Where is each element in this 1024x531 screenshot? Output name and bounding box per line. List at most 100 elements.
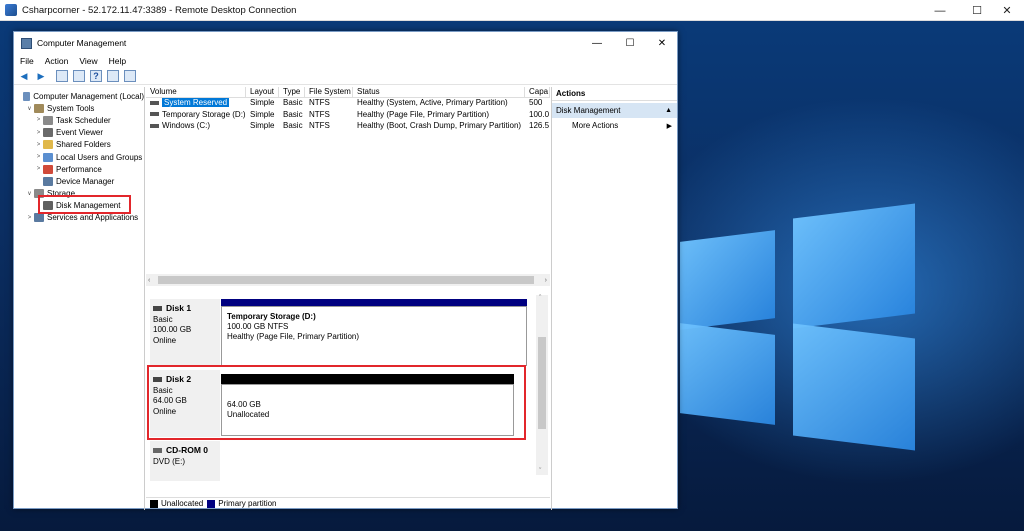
actions-section-disk-management[interactable]: Disk Management ▲	[552, 103, 677, 118]
computer-management-icon	[21, 37, 32, 49]
column-header-file-system[interactable]: File System	[305, 87, 353, 97]
mmc-maximize-button[interactable]: ☐	[614, 32, 646, 54]
volume-cell: System Reserved	[146, 98, 246, 110]
volume-cell: NTFS	[309, 98, 330, 107]
volume-cell: Simple	[250, 109, 275, 119]
tree-item[interactable]: > Local Users and Groups	[14, 151, 144, 163]
disk1-partition[interactable]: Temporary Storage (D:) 100.00 GB NTFS He…	[221, 306, 527, 366]
tree-item[interactable]: > Shared Folders	[14, 139, 144, 151]
rdp-maximize-button[interactable]: ☐	[960, 0, 994, 21]
expand-arrow-icon[interactable]: >	[34, 166, 43, 172]
horizontal-scroll-thumb[interactable]	[158, 276, 534, 284]
volume-icon	[150, 123, 159, 128]
mmc-close-button[interactable]: ✕	[646, 32, 678, 54]
disk1-partition-bar	[221, 299, 527, 306]
submenu-arrow-icon: ▶	[666, 122, 672, 130]
column-header-type[interactable]: Type	[279, 87, 305, 97]
remote-desktop-icon	[5, 4, 17, 16]
rdp-close-button[interactable]: ✕	[990, 0, 1024, 21]
more-actions[interactable]: More Actions ▶	[552, 118, 677, 133]
windows-logo-pane	[680, 230, 775, 330]
disk1-label[interactable]: Disk 1 Basic 100.00 GB Online	[150, 299, 220, 366]
action-pane-icon[interactable]	[124, 70, 136, 82]
expand-arrow-icon[interactable]: >	[25, 215, 34, 221]
volume-cell: NTFS	[309, 121, 330, 130]
volume-cell: 126.5	[529, 121, 550, 130]
expand-arrow-icon[interactable]: ∨	[25, 190, 34, 197]
windows-logo-pane	[680, 323, 775, 425]
volume-name: Temporary Storage (D:)	[162, 109, 246, 119]
volume-cell: NTFS	[309, 109, 330, 119]
menu-action[interactable]: Action	[45, 56, 69, 66]
properties-icon[interactable]	[107, 70, 119, 82]
column-header-layout[interactable]: Layout	[246, 87, 279, 97]
cdrom-name: CD-ROM 0	[166, 445, 209, 455]
tree-item-label: Task Scheduler	[56, 115, 111, 125]
up-folder-icon[interactable]	[56, 70, 68, 82]
tree-item[interactable]: > Event Viewer	[14, 127, 144, 139]
volume-cell: Basic	[283, 121, 303, 130]
volume-row[interactable]: System Reserved Simple Basic NTFS Healthy (S…	[146, 98, 550, 110]
event-viewer-icon	[43, 128, 53, 138]
column-header-volume[interactable]: Volume	[146, 87, 246, 97]
volume-cell: 500	[529, 98, 543, 107]
column-header-capacity[interactable]: Capa	[525, 87, 550, 97]
rdp-title: Csharpcorner - 52.172.11.47:3389 - Remot…	[22, 4, 297, 16]
disk1-status: Online	[153, 335, 177, 345]
expand-arrow-icon[interactable]: >	[34, 142, 43, 148]
disk-icon	[153, 306, 162, 312]
scroll-down-icon[interactable]: ˇ	[539, 468, 541, 475]
tree-item-label: System Tools	[47, 103, 95, 113]
expand-arrow-icon[interactable]: >	[34, 130, 43, 136]
menu-view[interactable]: View	[79, 56, 97, 66]
vertical-scroll-thumb[interactable]	[538, 337, 546, 429]
volume-list: System Reserved Simple Basic NTFS Healthy (S…	[146, 98, 550, 133]
collapse-arrow-icon[interactable]: ▲	[665, 107, 672, 114]
rdp-title-bar: Csharpcorner - 52.172.11.47:3389 - Remot…	[0, 0, 1024, 21]
tree-item-label: Local Users and Groups	[56, 152, 143, 162]
legend-unallocated-label: Unallocated	[161, 499, 204, 508]
scroll-up-icon[interactable]: ˆ	[539, 295, 541, 302]
scroll-left-icon[interactable]: ‹	[148, 277, 150, 284]
cdrom-type: DVD (E:)	[153, 456, 185, 466]
mmc-minimize-button[interactable]: —	[581, 32, 613, 54]
actions-title: Actions	[552, 87, 677, 101]
toolbar: ◀ ▶ ?	[14, 68, 677, 85]
computer-management-icon	[22, 91, 31, 101]
scroll-right-icon[interactable]: ›	[545, 277, 547, 284]
tree-item[interactable]: > Task Scheduler	[14, 114, 144, 126]
help-icon[interactable]: ?	[90, 70, 102, 82]
disk-view-vertical-scrollbar[interactable]: ˆ ˇ	[536, 295, 548, 475]
tree-item[interactable]: ∨ System Tools	[14, 102, 144, 114]
volume-cell: Healthy (Page File, Primary Partition)	[357, 109, 490, 119]
tree-item-label: Device Manager	[56, 176, 115, 186]
forward-icon[interactable]: ▶	[35, 70, 47, 82]
tree-item[interactable]: > Performance	[14, 163, 144, 175]
volume-cell: Healthy (System, Active, Primary Partiti…	[357, 98, 508, 107]
computer-management-window: Computer Management — ☐ ✕ File Action Vi…	[13, 31, 678, 510]
folder-icon	[43, 140, 53, 150]
back-icon[interactable]: ◀	[18, 70, 30, 82]
volume-icon	[150, 100, 159, 105]
cdrom-label[interactable]: CD-ROM 0 DVD (E:)	[150, 441, 220, 481]
rdp-minimize-button[interactable]: —	[923, 0, 957, 21]
disk1-partition-size: 100.00 GB NTFS	[227, 322, 289, 331]
expand-arrow-icon[interactable]: ∨	[25, 105, 34, 112]
menu-help[interactable]: Help	[109, 56, 126, 66]
cdrom-icon	[153, 448, 162, 454]
users-icon	[43, 152, 53, 162]
windows-logo-pane	[793, 203, 915, 329]
volume-row[interactable]: Windows (C:) Simple Basic NTFS Healthy (Boot…	[146, 121, 550, 133]
tree-item[interactable]: Computer Management (Local)	[14, 90, 144, 102]
column-header-status[interactable]: Status	[353, 87, 525, 97]
windows-logo-pane	[793, 323, 915, 451]
volume-row[interactable]: Temporary Storage (D:) Simple Basic NTFS Hea…	[146, 110, 550, 122]
volume-cell: Windows (C:)	[146, 121, 246, 133]
show-hide-tree-icon[interactable]	[73, 70, 85, 82]
horizontal-scrollbar[interactable]: ‹ ›	[146, 274, 550, 286]
expand-arrow-icon[interactable]: >	[34, 117, 43, 123]
center-pane: Volume Layout Type File System Status Ca…	[146, 87, 550, 510]
menu-file[interactable]: File	[20, 56, 34, 66]
expand-arrow-icon[interactable]: >	[34, 154, 43, 160]
tree-item[interactable]: Device Manager	[14, 175, 144, 187]
